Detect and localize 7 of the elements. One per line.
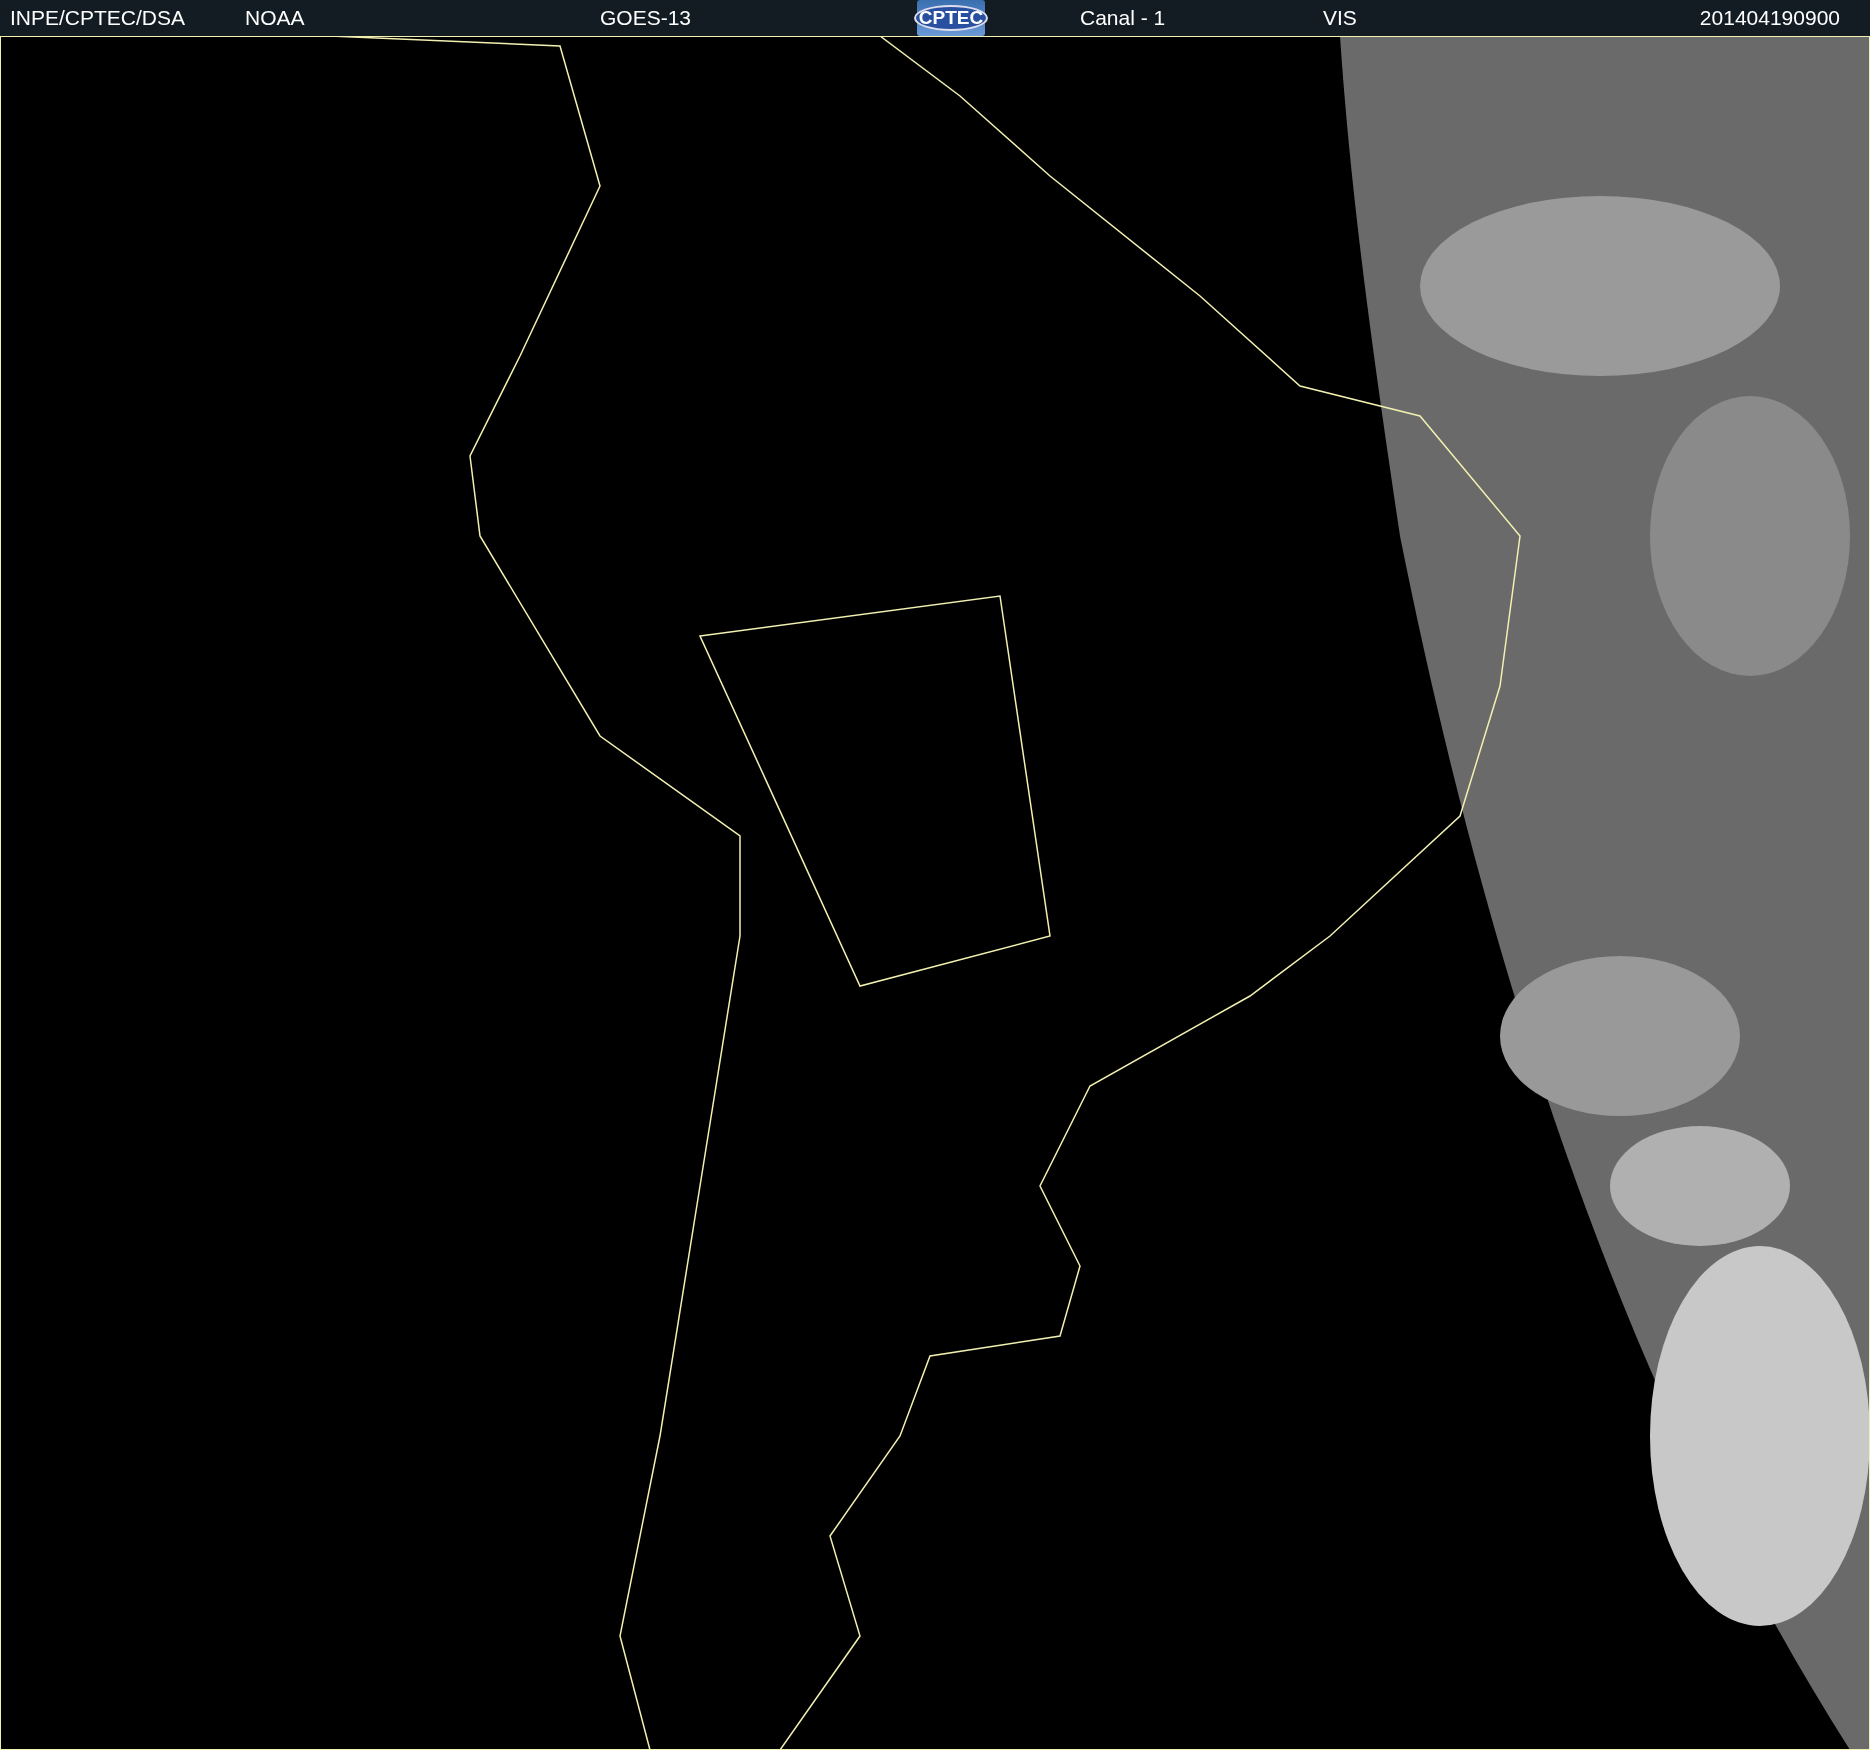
header-label: Canal - 1 [1080,6,1167,30]
header-label: VIS [1323,6,1358,30]
header-label: NOAA [245,6,306,30]
header-label: INPE/CPTEC/DSA [10,6,187,30]
logo: CPTEC [917,0,985,36]
header-label: GOES-13 [600,6,693,30]
header-label: 201404190900 [1699,6,1840,30]
